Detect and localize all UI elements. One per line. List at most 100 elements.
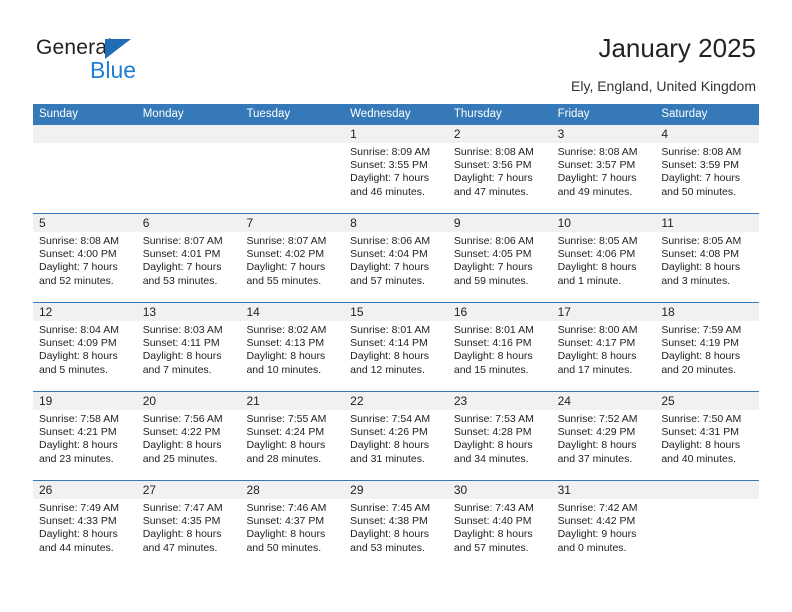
daylight-text: and 57 minutes. [350, 274, 425, 287]
sunrise-text: Sunrise: 8:01 AM [453, 324, 534, 336]
day-number[interactable]: 20 [137, 392, 241, 410]
day-number[interactable]: 31 [552, 481, 656, 499]
day-number[interactable]: 5 [33, 214, 137, 232]
daylight-text: and 25 minutes. [142, 452, 218, 465]
day-cell[interactable]: Sunrise: 8:07 AM Sunset: 4:01 PM Daylight:… [137, 232, 241, 302]
day-number[interactable]: 8 [344, 214, 448, 232]
daylight-text: and 28 minutes. [246, 452, 322, 465]
day-number[interactable]: 3 [552, 125, 656, 143]
day-cell[interactable]: Sunrise: 8:08 AM Sunset: 3:56 PM Daylight:… [448, 143, 552, 213]
day-cell[interactable]: Sunrise: 8:08 AM Sunset: 3:59 PM Daylight:… [655, 143, 759, 213]
day-cell[interactable]: Sunrise: 8:07 AM Sunset: 4:02 PM Daylight:… [240, 232, 344, 302]
day-cell[interactable]: Sunrise: 7:53 AM Sunset: 4:28 PM Daylight:… [448, 410, 552, 480]
sunrise-text: Sunrise: 8:05 AM [557, 235, 638, 247]
day-number[interactable]: 26 [33, 481, 137, 499]
day-number[interactable]: 12 [33, 303, 137, 321]
calendar-week-row: 19 20 21 22 23 24 25 Sunrise: 7:58 AM Sunset: 4:… [33, 391, 759, 480]
day-cell[interactable]: Sunrise: 7:52 AM Sunset: 4:29 PM Daylight:… [552, 410, 656, 480]
sunrise-text: Sunrise: 8:06 AM [453, 235, 534, 247]
sunset-text: Sunset: 4:08 PM [661, 248, 739, 261]
day-cell[interactable]: Sunrise: 7:50 AM Sunset: 4:31 PM Daylight:… [655, 410, 759, 480]
week-detail-strip: Sunrise: 8:04 AM Sunset: 4:09 PM Daylight:… [33, 321, 759, 391]
sunrise-text: Sunrise: 7:56 AM [142, 413, 223, 425]
day-cell[interactable]: Sunrise: 7:42 AM Sunset: 4:42 PM Daylight:… [552, 499, 656, 569]
day-number[interactable]: 17 [552, 303, 656, 321]
day-number[interactable]: 16 [448, 303, 552, 321]
day-number[interactable]: 25 [655, 392, 759, 410]
day-number[interactable]: 13 [137, 303, 241, 321]
day-number[interactable]: 18 [655, 303, 759, 321]
daylight-text: Daylight: 8 hours [557, 350, 637, 363]
day-number[interactable]: 24 [552, 392, 656, 410]
day-number[interactable]: 27 [137, 481, 241, 499]
weekday-label-thursday: Thursday [453, 108, 502, 120]
day-number[interactable]: 14 [240, 303, 344, 321]
day-cell[interactable]: Sunrise: 7:43 AM Sunset: 4:40 PM Daylight:… [448, 499, 552, 569]
day-number[interactable]: 9 [448, 214, 552, 232]
day-cell[interactable]: Sunrise: 7:56 AM Sunset: 4:22 PM Daylight:… [137, 410, 241, 480]
day-number[interactable]: 1 [344, 125, 448, 143]
day-number[interactable]: 21 [240, 392, 344, 410]
daylight-text: Daylight: 8 hours [142, 439, 222, 452]
day-cell[interactable]: Sunrise: 7:59 AM Sunset: 4:19 PM Daylight:… [655, 321, 759, 391]
daylight-text: and 10 minutes. [246, 363, 322, 376]
sunset-text: Sunset: 4:28 PM [453, 426, 532, 439]
calendar-weeks: 1 2 3 4 Sunrise: 8:09 AM Sunset: 3:55 PM Dayli… [33, 125, 759, 569]
day-cell[interactable]: Sunrise: 8:08 AM Sunset: 4:00 PM Daylight:… [33, 232, 137, 302]
day-cell[interactable]: Sunrise: 8:04 AM Sunset: 4:09 PM Daylight:… [33, 321, 137, 391]
day-number[interactable]: 7 [240, 214, 344, 232]
day-cell[interactable]: Sunrise: 8:05 AM Sunset: 4:08 PM Daylight:… [655, 232, 759, 302]
sunset-text: Sunset: 4:24 PM [246, 426, 325, 439]
day-number[interactable]: 6 [137, 214, 241, 232]
day-cell[interactable]: Sunrise: 7:46 AM Sunset: 4:37 PM Daylight:… [240, 499, 344, 569]
sunset-text: Sunset: 4:05 PM [453, 248, 532, 261]
sunrise-text: Sunrise: 7:49 AM [39, 502, 119, 514]
general-blue-logo[interactable]: General Blue [36, 36, 236, 90]
day-number[interactable]: 28 [240, 481, 344, 499]
day-number[interactable]: 19 [33, 392, 137, 410]
day-cell[interactable]: Sunrise: 8:01 AM Sunset: 4:14 PM Daylight:… [344, 321, 448, 391]
day-cell[interactable]: Sunrise: 8:01 AM Sunset: 4:16 PM Daylight:… [448, 321, 552, 391]
sunrise-text: Sunrise: 7:43 AM [453, 502, 534, 514]
day-number[interactable]: 22 [344, 392, 448, 410]
weekday-label-saturday: Saturday [661, 108, 708, 120]
day-number[interactable]: 29 [344, 481, 448, 499]
day-cell[interactable]: Sunrise: 8:06 AM Sunset: 4:05 PM Daylight:… [448, 232, 552, 302]
sunrise-text: Sunrise: 7:53 AM [453, 413, 534, 425]
sunset-text: Sunset: 4:37 PM [246, 515, 325, 528]
day-number[interactable]: 10 [552, 214, 656, 232]
daylight-text: Daylight: 7 hours [350, 172, 429, 185]
daylight-text: Daylight: 8 hours [246, 350, 326, 363]
day-cell[interactable]: Sunrise: 8:00 AM Sunset: 4:17 PM Daylight:… [552, 321, 656, 391]
day-number[interactable]: 4 [655, 125, 759, 143]
day-cell[interactable]: Sunrise: 8:03 AM Sunset: 4:11 PM Daylight:… [137, 321, 241, 391]
day-cell[interactable]: Sunrise: 7:49 AM Sunset: 4:33 PM Daylight:… [33, 499, 137, 569]
day-number[interactable]: 2 [448, 125, 552, 143]
weekday-label-sunday: Sunday [39, 108, 79, 120]
daylight-text: and 5 minutes. [39, 363, 108, 376]
daylight-text: and 46 minutes. [350, 185, 425, 198]
day-cell[interactable]: Sunrise: 8:06 AM Sunset: 4:04 PM Daylight:… [344, 232, 448, 302]
day-number[interactable]: 11 [655, 214, 759, 232]
page-title: January 2025 [598, 33, 756, 63]
day-number[interactable]: 15 [344, 303, 448, 321]
sunrise-text: Sunrise: 8:04 AM [39, 324, 119, 336]
daylight-text: Daylight: 8 hours [557, 261, 637, 274]
daylight-text: Daylight: 8 hours [350, 528, 429, 541]
daylight-text: Daylight: 8 hours [661, 261, 741, 274]
daylight-text: and 20 minutes. [661, 363, 737, 376]
day-cell[interactable]: Sunrise: 7:55 AM Sunset: 4:24 PM Daylight:… [240, 410, 344, 480]
day-cell[interactable]: Sunrise: 7:47 AM Sunset: 4:35 PM Daylight:… [137, 499, 241, 569]
day-cell[interactable]: Sunrise: 8:05 AM Sunset: 4:06 PM Daylight:… [552, 232, 656, 302]
daylight-text: Daylight: 7 hours [39, 261, 118, 274]
day-cell[interactable]: Sunrise: 8:09 AM Sunset: 3:55 PM Daylight:… [344, 143, 448, 213]
day-cell[interactable]: Sunrise: 8:02 AM Sunset: 4:13 PM Daylight:… [240, 321, 344, 391]
day-cell[interactable]: Sunrise: 7:45 AM Sunset: 4:38 PM Daylight:… [344, 499, 448, 569]
day-number[interactable]: 30 [448, 481, 552, 499]
day-cell[interactable]: Sunrise: 8:08 AM Sunset: 3:57 PM Daylight:… [552, 143, 656, 213]
day-cell[interactable]: Sunrise: 7:54 AM Sunset: 4:26 PM Daylight:… [344, 410, 448, 480]
daylight-text: and 52 minutes. [39, 274, 114, 287]
day-cell[interactable]: Sunrise: 7:58 AM Sunset: 4:21 PM Daylight:… [33, 410, 137, 480]
day-number[interactable]: 23 [448, 392, 552, 410]
daylight-text: and 44 minutes. [39, 541, 114, 554]
